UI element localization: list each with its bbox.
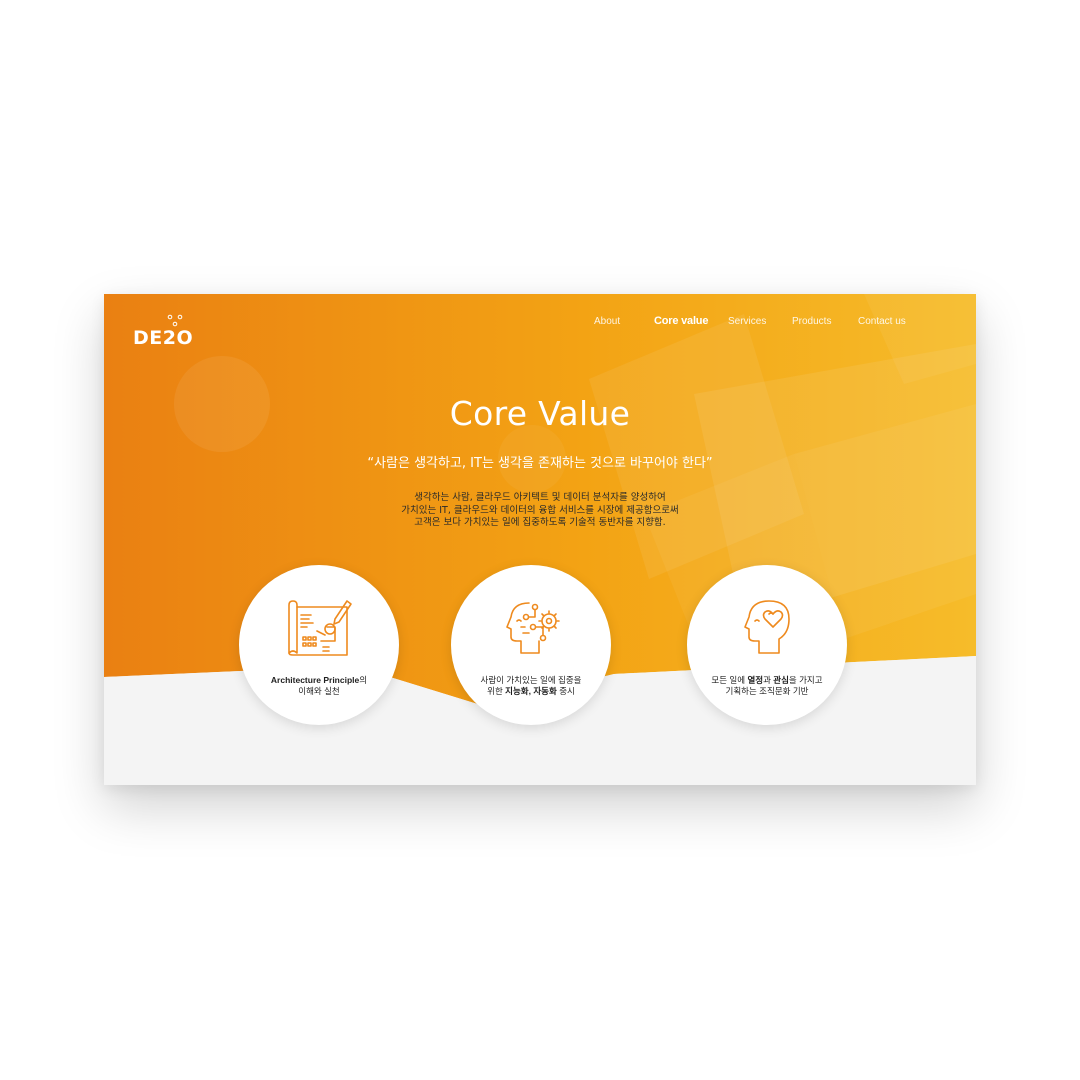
website-mockup-frame: DE2O About Core value Services Products … <box>104 294 976 785</box>
value-card-text: Architecture Principle의 이해와 실천 <box>270 675 368 696</box>
nav-about[interactable]: About <box>594 316 620 327</box>
value-card-automation: 사람이 가치있는 일에 집중을 위한 지능화, 자동화 중시 <box>451 565 611 725</box>
value-card-text: 사람이 가치있는 일에 집중을 위한 지능화, 자동화 중시 <box>480 675 582 696</box>
blueprint-icon <box>288 600 352 656</box>
hero-description: 생각하는 사람, 클라우드 아키텍트 및 데이터 분석자를 양성하여 가치있는 … <box>104 492 976 530</box>
value-emphasis: 지능화, 자동화 <box>505 686 557 696</box>
top-nav: About Core value Services Products Conta… <box>104 315 976 330</box>
value-emphasis: Architecture Principle <box>270 675 360 685</box>
value-card-architecture: Architecture Principle의 이해와 실천 <box>239 565 399 725</box>
value-card-text: 모든 일에 열정과 관심을 가지고 기획하는 조직문화 기반 <box>711 675 823 696</box>
head-heart-icon <box>744 600 790 654</box>
page-title: Core Value <box>449 394 631 433</box>
hero-description-line: 생각하는 사람, 클라우드 아키텍트 및 데이터 분석자를 양성하여 <box>414 492 666 503</box>
hero-quote: “사람은 생각하고, IT는 생각을 존재하는 것으로 바꾸어야 한다” <box>367 456 713 471</box>
logo-text: DE2O <box>133 327 194 349</box>
head-gear-icon <box>506 602 560 654</box>
nav-products[interactable]: Products <box>792 316 831 327</box>
hero-description-line: 고객은 보다 가치있는 일에 집중하도록 기술적 동반자를 지향함. <box>414 517 666 528</box>
nav-services[interactable]: Services <box>728 316 766 327</box>
hero-description-line: 가치있는 IT, 클라우드와 데이터의 융합 서비스를 시장에 제공함으로써 <box>401 504 679 516</box>
value-emphasis: 열정 <box>747 675 764 685</box>
nav-core-value[interactable]: Core value <box>654 315 708 327</box>
value-card-passion: 모든 일에 열정과 관심을 가지고 기획하는 조직문화 기반 <box>687 565 847 725</box>
nav-contact-us[interactable]: Contact us <box>858 316 906 327</box>
value-emphasis: 관심 <box>773 675 789 685</box>
